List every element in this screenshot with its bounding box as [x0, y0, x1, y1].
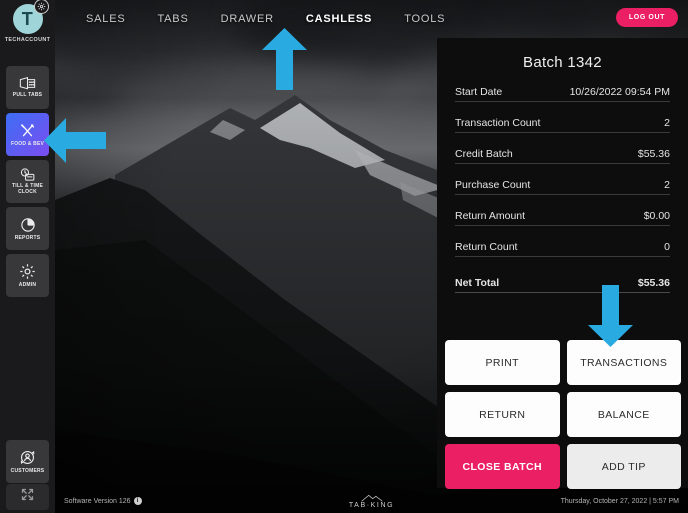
pulltabs-icon [19, 77, 36, 90]
row-value: $0.00 [643, 210, 670, 222]
tab-label: DRAWER [220, 13, 274, 25]
row-label: Return Amount [455, 210, 526, 222]
sidebar-item-label: PULL TABS [12, 92, 43, 98]
account-name: TECHACCOUNT [4, 37, 51, 43]
avatar[interactable]: T [12, 0, 49, 34]
tab-label: TABS [157, 13, 189, 25]
arrow-pointing-to-cashless-tab [262, 28, 307, 95]
account-avatar-block[interactable]: T TECHACCOUNT [0, 0, 55, 43]
row-value: 10/26/2022 09:54 PM [569, 86, 670, 98]
batch-row-start-date: Start Date 10/26/2022 09:54 PM [455, 86, 670, 102]
sidebar-item-label: CUSTOMERS [10, 468, 45, 474]
add-tip-button[interactable]: ADD TIP [566, 444, 681, 489]
gear-icon [33, 0, 49, 14]
batch-row-return-count: Return Count 0 [455, 241, 670, 257]
sidebar-item-label: ADMIN [18, 282, 37, 288]
row-value: $55.36 [637, 148, 670, 160]
current-datetime: Thursday, October 27, 2022 | 5:57 PM [560, 497, 679, 505]
batch-row-credit-batch: Credit Batch $55.36 [455, 148, 670, 164]
tab-label: CASHLESS [305, 13, 373, 25]
row-label: Purchase Count [455, 179, 531, 191]
avatar-initial: T [21, 8, 34, 29]
batch-action-buttons: PRINT TRANSACTIONS RETURN BALANCE CLOSE … [445, 340, 681, 489]
pie-chart-icon [20, 217, 36, 233]
sidebar-item-label: REPORTS [14, 234, 41, 241]
sidebar-item-reports[interactable]: REPORTS [6, 207, 49, 250]
batch-row-net-total: Net Total $55.36 [455, 277, 670, 293]
tab-tools[interactable]: TOOLS [398, 13, 451, 25]
arrow-pointing-to-food-bev-nav [44, 118, 106, 168]
print-button[interactable]: PRINT [445, 340, 560, 385]
balance-button[interactable]: BALANCE [566, 392, 681, 437]
expand-fullscreen-button[interactable] [6, 484, 49, 510]
row-value: $55.36 [637, 277, 670, 289]
tab-cashless[interactable]: CASHLESS [300, 13, 378, 25]
batch-row-transaction-count: Transaction Count 2 [455, 117, 670, 133]
left-sidebar: T TECHACCOUNT PULL TABS FOOD & BEV TILL … [0, 0, 55, 513]
logout-button[interactable]: LOG OUT [615, 8, 678, 27]
tab-label: SALES [86, 13, 126, 25]
sidebar-item-label: FOOD & BEV [10, 140, 45, 147]
return-button[interactable]: RETURN [445, 392, 560, 437]
panel-title: Batch 1342 [523, 54, 602, 71]
row-label: Credit Batch [455, 148, 513, 160]
sidebar-item-customers[interactable]: CUSTOMERS [6, 440, 49, 483]
row-label: Net Total [455, 277, 500, 289]
mountain-logo-icon [360, 494, 383, 502]
tab-tabs[interactable]: TABS [151, 13, 194, 25]
row-label: Return Count [455, 241, 518, 253]
tab-label: TOOLS [404, 13, 446, 25]
sidebar-item-pull-tabs[interactable]: PULL TABS [6, 66, 49, 109]
row-label: Transaction Count [455, 117, 541, 129]
close-batch-button[interactable]: CLOSE BATCH [445, 444, 560, 489]
batch-row-return-amount: Return Amount $0.00 [455, 210, 670, 226]
row-value: 2 [664, 179, 670, 191]
arrow-pointing-to-transactions-button [588, 285, 633, 352]
customers-icon [19, 449, 36, 466]
row-value: 2 [664, 117, 670, 129]
sidebar-item-label: TILL & TIME CLOCK [12, 182, 43, 195]
row-value: 0 [664, 241, 670, 253]
till-clock-icon [19, 168, 36, 182]
gear-icon [19, 263, 36, 280]
sidebar-item-food-bev[interactable]: FOOD & BEV [6, 113, 49, 156]
row-label: Start Date [455, 86, 503, 98]
expand-icon [20, 487, 35, 507]
sidebar-item-admin[interactable]: ADMIN [6, 254, 49, 297]
brand-name: TAB·KING [348, 501, 395, 509]
sidebar-item-till-time-clock[interactable]: TILL & TIME CLOCK [6, 160, 49, 203]
tab-drawer[interactable]: DRAWER [215, 13, 280, 25]
status-footer: Software Version 126 i TAB·KING Thursday… [55, 489, 688, 513]
tab-sales[interactable]: SALES [80, 13, 131, 25]
pos-application-window: T TECHACCOUNT PULL TABS FOOD & BEV TILL … [0, 0, 688, 513]
batch-row-purchase-count: Purchase Count 2 [455, 179, 670, 195]
utensils-icon [19, 123, 36, 139]
top-navigation-bar: SALES TABS DRAWER CASHLESS TOOLS LOG OUT [55, 0, 688, 38]
